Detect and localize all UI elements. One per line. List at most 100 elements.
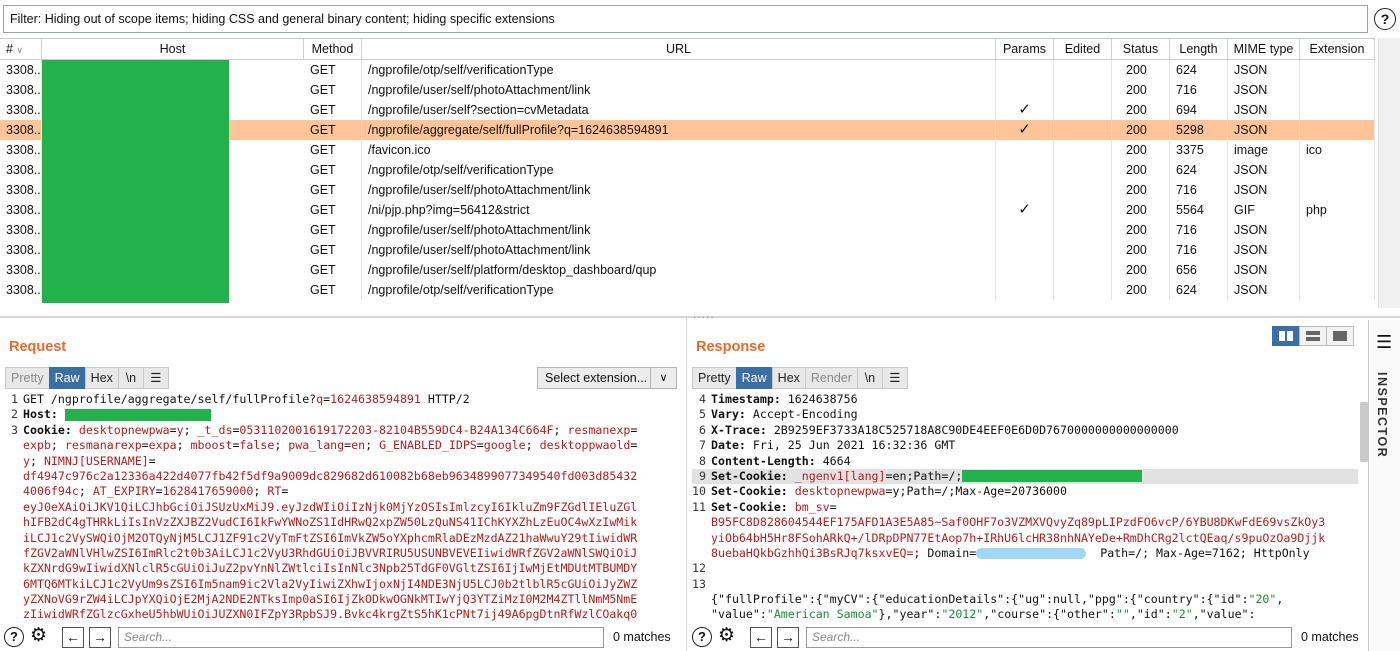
code-token: iLCJ1c2VySWQiOjM2OTQyNjM5LCJ1ZF91c2VyTmF… — [23, 530, 638, 545]
code-token: = — [476, 438, 484, 453]
code-token: GET /ngprofile/aggregate/self/fullProfil… — [23, 392, 317, 406]
response-tab-pretty[interactable]: Pretty — [692, 367, 737, 389]
cell-url: /ngprofile/user/self/photoAttachment/lin… — [362, 240, 996, 260]
request-search-input[interactable]: Search... — [118, 627, 604, 648]
response-title: Response — [696, 339, 766, 355]
previous-match-button[interactable]: ← — [750, 627, 772, 648]
cell-method: GET — [304, 60, 362, 80]
code-token: =en;Path=/; — [885, 468, 963, 483]
code-token: ; — [50, 438, 65, 453]
drag-handle-icon[interactable]: ····· — [693, 312, 715, 323]
line-number: 6 — [699, 422, 706, 437]
cell-method: GET — [304, 180, 362, 200]
request-tab-pretty[interactable]: Pretty — [5, 367, 50, 389]
cell-ext: ico — [1300, 140, 1375, 160]
code-line: 6 X-Trace: 2B9259EF3733A18C525718A8C90DE4… — [692, 423, 1358, 438]
response-search-input[interactable]: Search... — [806, 627, 1292, 648]
next-match-button[interactable]: → — [89, 627, 111, 648]
cell-num: 3308... — [0, 120, 42, 140]
code-token: 2B9259EF3733A18C525718A8C90DE4EEF0E6D0D7… — [773, 422, 1179, 437]
request-newline-toggle[interactable]: \n — [117, 367, 144, 389]
cell-method: GET — [304, 220, 362, 240]
help-icon[interactable]: ? — [1374, 8, 1396, 30]
select-extension-dropdown[interactable]: Select extension... ∨ — [537, 367, 677, 389]
code-token: ; — [78, 484, 93, 499]
code-token: 4006f94c — [23, 484, 79, 499]
cell-url: /ngprofile/user/self/photoAttachment/lin… — [362, 80, 996, 100]
layout-stacked-icon[interactable] — [1299, 326, 1327, 346]
response-newline-toggle[interactable]: \n — [856, 367, 883, 389]
vertical-splitter[interactable] — [686, 318, 687, 651]
table-scrollbar[interactable] — [1378, 38, 1400, 308]
gear-icon[interactable]: ⚙ — [30, 625, 47, 647]
code-token: ; Domain= — [913, 545, 977, 560]
cell-edited — [1054, 160, 1112, 180]
code-token: ; — [525, 438, 540, 453]
cell-length: 716 — [1170, 240, 1228, 260]
code-token: = — [141, 438, 149, 453]
code-token: ,"value": — [1192, 607, 1256, 622]
column-header-length[interactable]: Length — [1170, 39, 1228, 59]
code-token: , — [1276, 592, 1284, 607]
code-token: ; — [553, 422, 568, 437]
code-line: 11 Set-Cookie: bm_sv= — [692, 500, 1358, 515]
code-token: RT — [267, 484, 282, 499]
cell-status: 200 — [1112, 180, 1170, 200]
response-editor[interactable]: 4 Timestamp: 1624638756 5 Vary: Accept-Enco… — [692, 392, 1358, 622]
response-menu-icon[interactable]: ☰ — [881, 367, 908, 389]
layout-single-icon[interactable] — [1326, 326, 1354, 346]
column-header-url[interactable]: URL — [362, 39, 996, 59]
column-header-mime-type[interactable]: MIME type — [1228, 39, 1300, 59]
code-token: 8uebaHQkbGzhhQi3BsRJq7ksxvEQ= — [711, 545, 914, 560]
column-header-status[interactable]: Status — [1112, 39, 1170, 59]
sort-chevron-icon: ∨ — [16, 45, 24, 55]
request-tab-raw[interactable]: Raw — [48, 367, 86, 389]
code-token: = — [169, 422, 177, 437]
response-scrollbar[interactable] — [1360, 402, 1368, 462]
cell-status: 200 — [1112, 120, 1170, 140]
code-token: = — [155, 484, 163, 499]
inspector-sidebar[interactable]: ☰ INSPECTOR — [1368, 320, 1400, 651]
cell-mime: JSON — [1228, 180, 1300, 200]
column-header-number[interactable]: # ∨ — [0, 39, 42, 59]
code-token: = — [281, 484, 289, 499]
request-tab-hex[interactable]: Hex — [84, 367, 119, 389]
line-number: 12 — [692, 561, 706, 576]
code-line: 1 GET /ngprofile/aggregate/self/fullProfi… — [4, 392, 678, 407]
cell-ext — [1300, 60, 1375, 80]
code-token: fZGV2aWNlVHlwZSI6ImRlc2t0b3AiLCJ1c2VyU3R… — [23, 545, 638, 560]
filter-bar[interactable]: Filter: Hiding out of scope items; hidin… — [3, 5, 1368, 33]
code-token: en — [351, 438, 366, 453]
cell-length: 5298 — [1170, 120, 1228, 140]
column-header-method[interactable]: Method — [304, 39, 362, 59]
code-line: B95FC8D828604544EF175AFD1A3E5A85~Saf0OHF… — [692, 515, 1358, 530]
code-token: "20" — [1248, 592, 1277, 607]
cell-status: 200 — [1112, 100, 1170, 120]
code-token: "2" — [1171, 607, 1193, 622]
code-token: = — [630, 422, 638, 437]
inspector-menu-icon[interactable]: ☰ — [1376, 332, 1392, 353]
gear-icon[interactable]: ⚙ — [718, 625, 735, 647]
code-line: 9 Set-Cookie: _ngenv1[lang]=en;Path=/; — [692, 468, 1358, 485]
help-icon[interactable]: ? — [692, 627, 712, 647]
column-header-edited[interactable]: Edited — [1054, 39, 1112, 59]
request-menu-icon[interactable]: ☰ — [142, 367, 169, 389]
help-icon[interactable]: ? — [4, 627, 24, 647]
response-tab-hex[interactable]: Hex — [771, 367, 806, 389]
code-token: B95FC8D828604544EF175AFD1A3E5A85~Saf0OHF… — [711, 515, 1326, 530]
previous-match-button[interactable]: ← — [62, 627, 84, 648]
code-line: 12 — [692, 561, 1358, 576]
column-header-params[interactable]: Params — [996, 39, 1054, 59]
response-tab-render[interactable]: Render — [804, 367, 858, 389]
column-header-host[interactable]: Host — [42, 39, 304, 59]
inspector-label[interactable]: INSPECTOR — [1375, 372, 1389, 458]
cell-ext — [1300, 80, 1375, 100]
response-tab-raw[interactable]: Raw — [735, 367, 773, 389]
request-editor[interactable]: 1 GET /ngprofile/aggregate/self/fullProfi… — [4, 392, 678, 622]
cell-num: 3308... — [0, 140, 42, 160]
layout-side-by-side-icon[interactable] — [1272, 326, 1300, 346]
cell-url: /ngprofile/aggregate/self/fullProfile?q=… — [362, 120, 996, 140]
column-header-extension[interactable]: Extension — [1300, 39, 1375, 59]
next-match-button[interactable]: → — [777, 627, 799, 648]
code-token: yZXNoVG9rZW4iLCJpYXQiOjE2MjA2NDE2NTksImp… — [23, 592, 638, 607]
